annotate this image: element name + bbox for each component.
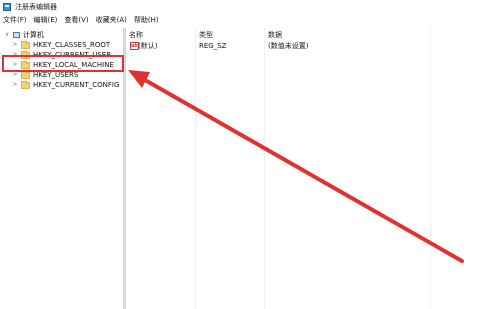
chevron-right-icon[interactable]: > <box>12 40 18 50</box>
tree-item-classes-root[interactable]: > HKEY_CLASSES_ROOT <box>0 40 120 50</box>
column-header-data[interactable]: 数据 <box>268 31 282 40</box>
column-divider <box>264 28 265 309</box>
tree-item-label: HKEY_CURRENT_CONFIG <box>33 81 120 89</box>
title-bar: 注册表编辑器 <box>0 0 485 14</box>
column-header-type[interactable]: 类型 <box>199 31 213 40</box>
tree-root-computer[interactable]: ∨ 计算机 <box>0 30 120 40</box>
chevron-down-icon[interactable]: ∨ <box>4 30 10 40</box>
annotation-highlight-box <box>2 55 124 72</box>
menu-help[interactable]: 帮助(H) <box>132 15 161 26</box>
menu-favorites[interactable]: 收藏夹(A) <box>94 15 129 26</box>
tree-root-label: 计算机 <box>23 31 44 39</box>
folder-icon <box>21 71 30 79</box>
column-header-name[interactable]: 名称 <box>129 31 143 40</box>
registry-icon <box>3 3 11 11</box>
computer-icon <box>13 32 20 38</box>
chevron-right-icon[interactable]: > <box>12 80 18 90</box>
column-divider <box>195 28 196 309</box>
menu-file[interactable]: 文件(F) <box>1 15 29 26</box>
folder-icon <box>21 41 30 49</box>
tree-item-current-config[interactable]: > HKEY_CURRENT_CONFIG <box>0 80 120 90</box>
value-name[interactable]: (默认) <box>138 42 157 51</box>
value-list[interactable]: 名称 类型 数据 (默认) REG_SZ (数值未设置) <box>126 28 485 309</box>
column-divider <box>430 28 431 309</box>
tree-item-label: HKEY_CLASSES_ROOT <box>33 41 111 49</box>
menu-view[interactable]: 查看(V) <box>62 15 90 26</box>
menu-bar: 文件(F) 编辑(E) 查看(V) 收藏夹(A) 帮助(H) <box>0 15 485 26</box>
folder-icon <box>21 81 30 89</box>
menu-edit[interactable]: 编辑(E) <box>32 15 60 26</box>
window-title: 注册表编辑器 <box>15 3 57 11</box>
value-data: (数值未设置) <box>268 42 309 50</box>
string-value-icon: ab <box>130 42 139 50</box>
value-type: REG_SZ <box>199 42 227 50</box>
